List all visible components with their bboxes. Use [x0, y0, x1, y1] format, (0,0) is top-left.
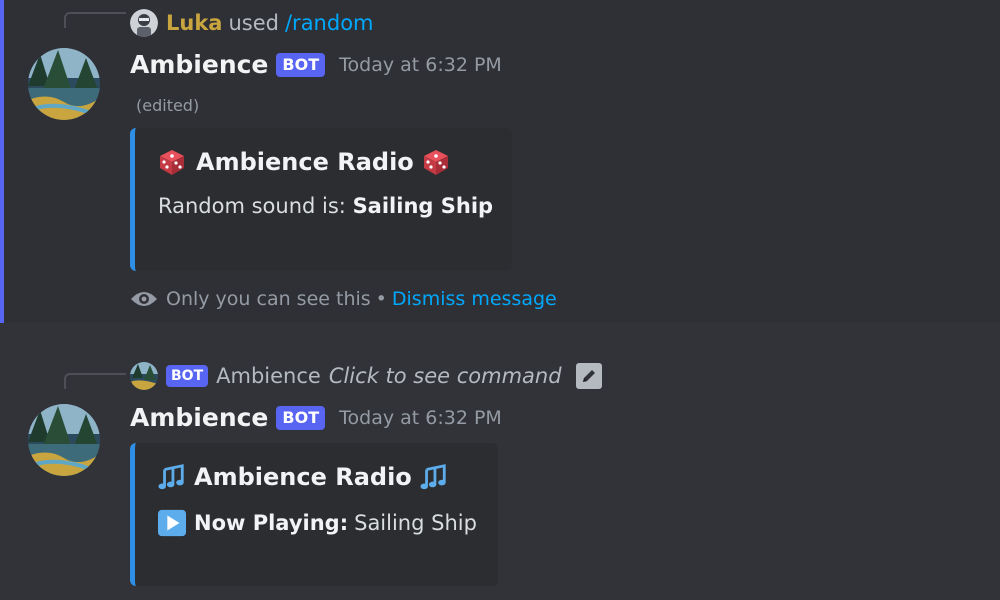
embed-card: Ambience Radio Random sound is: Sailing …: [130, 128, 512, 271]
embed-desc-prefix: Random sound is:: [158, 194, 353, 218]
separator-dot: •: [375, 288, 387, 310]
now-playing-label: Now Playing:: [194, 511, 349, 535]
reply-bot-name[interactable]: Ambience: [216, 364, 321, 388]
ephemeral-text: Only you can see this: [166, 288, 371, 310]
game-die-icon: [422, 148, 450, 176]
message-header: Ambience BOT Today at 6:32 PM: [130, 403, 502, 432]
author-name[interactable]: Ambience: [130, 50, 268, 79]
embed-title-text: Ambience Radio: [196, 148, 414, 176]
embed-title: Ambience Radio: [158, 148, 512, 176]
message-ephemeral: Luka used /random Ambience BOT Today at …: [0, 0, 1000, 323]
highlight-bar: [0, 0, 4, 323]
bot-badge: BOT: [276, 52, 326, 77]
embed-title: Ambience Radio: [158, 463, 498, 491]
dismiss-message-link[interactable]: Dismiss message: [392, 288, 557, 310]
embed-description: Now Playing: Sailing Ship: [158, 509, 498, 537]
command-reply[interactable]: BOT Ambience Click to see command: [130, 361, 602, 391]
bot-avatar[interactable]: [28, 48, 100, 120]
bot-mini-avatar[interactable]: [130, 362, 158, 390]
embed-card: Ambience Radio Now Playing: Sailing Ship: [130, 443, 498, 586]
pencil-icon: [575, 363, 602, 389]
command-reply[interactable]: Luka used /random: [130, 8, 374, 38]
embed-desc-value: Sailing Ship: [352, 194, 494, 218]
user-mini-avatar[interactable]: [130, 9, 158, 37]
play-button-icon: [158, 509, 186, 537]
author-name[interactable]: Ambience: [130, 403, 268, 432]
reply-connector: [64, 373, 126, 389]
musical-notes-icon: [420, 463, 448, 491]
message-header: Ambience BOT Today at 6:32 PM: [130, 50, 502, 79]
now-playing-value: Sailing Ship: [354, 511, 477, 535]
bot-badge: BOT: [166, 365, 209, 387]
message-now-playing: BOT Ambience Click to see command Ambien…: [0, 323, 1000, 600]
timestamp[interactable]: Today at 6:32 PM: [339, 407, 502, 429]
game-die-icon: [158, 148, 186, 176]
reply-connector: [64, 12, 126, 28]
embed-title-text: Ambience Radio: [194, 463, 412, 491]
bot-badge: BOT: [276, 405, 326, 430]
reply-username[interactable]: Luka: [166, 11, 222, 35]
embed-description: Random sound is: Sailing Ship: [158, 194, 512, 218]
bot-avatar[interactable]: [28, 404, 100, 476]
eye-icon: [130, 289, 158, 309]
timestamp[interactable]: Today at 6:32 PM: [339, 54, 502, 76]
edited-label: (edited): [136, 96, 200, 115]
musical-notes-icon: [158, 463, 186, 491]
ephemeral-notice: Only you can see this • Dismiss message: [130, 288, 557, 310]
reply-command[interactable]: /random: [285, 11, 374, 35]
click-to-see-command[interactable]: Click to see command: [329, 364, 562, 388]
reply-used-text: used: [228, 11, 279, 35]
